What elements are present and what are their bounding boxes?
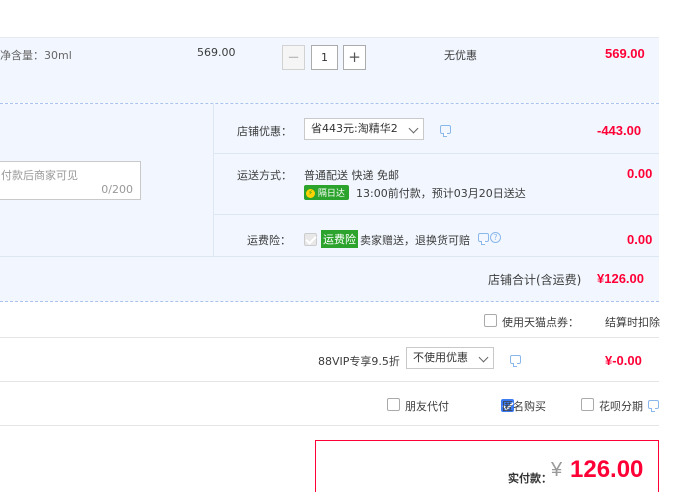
points-note: 结算时扣除 <box>605 316 660 329</box>
item-price: 569.00 <box>197 46 236 59</box>
shop-total-amount: ¥126.00 <box>597 271 644 286</box>
huabei-checkbox[interactable] <box>581 398 594 411</box>
lightning-icon: ⚡ <box>306 189 315 198</box>
divider <box>0 425 659 426</box>
vip-amount: ¥-0.00 <box>605 353 642 368</box>
message-placeholder: 付款后商家可见 <box>1 169 78 182</box>
shop-coupon-amount: -443.00 <box>597 123 642 138</box>
item-spec: 净含量：30ml <box>0 49 72 62</box>
divider <box>0 337 659 338</box>
huabei-label[interactable]: 花呗分期 <box>599 398 643 414</box>
insurance-text: 卖家赠送，退换货可赔 <box>360 234 470 247</box>
payment-label: 实付款： <box>508 472 552 485</box>
chat-icon[interactable] <box>648 400 659 412</box>
shop-coupon-label: 店铺优惠： <box>237 125 292 138</box>
friend-pay-checkbox[interactable] <box>387 398 400 411</box>
vip-select-value: 不使用优惠 <box>413 351 468 364</box>
shop-coupon-select[interactable]: 省443元:淘精华2 <box>304 118 424 140</box>
divider <box>213 214 659 215</box>
insurance-label: 运费险： <box>247 234 291 247</box>
divider <box>0 256 659 257</box>
item-subtotal: 569.00 <box>605 46 645 61</box>
shop-total-label: 店铺合计(含运费) <box>488 273 582 287</box>
quantity-stepper: − 1 + <box>282 45 366 70</box>
insurance-badge: 运费险 <box>321 230 358 248</box>
vip-label: 88VIP专享9.5折 <box>318 355 400 368</box>
shipping-label: 运送方式： <box>237 169 292 182</box>
item-discount: 无优惠 <box>444 49 477 62</box>
divider <box>213 104 214 256</box>
payment-currency: ¥ <box>551 459 563 481</box>
payment-amount: 126.00 <box>570 456 644 483</box>
divider <box>0 301 659 302</box>
shop-coupon-value: 省443元:淘精华2 <box>311 122 398 135</box>
next-day-badge: ⚡ 隔日达 <box>304 185 349 200</box>
points-checkbox[interactable] <box>484 314 497 327</box>
delivery-promise: 13:00前付款，预计03月20日送达 <box>356 187 526 200</box>
anonymous-label[interactable]: 匿名购买 <box>502 398 546 414</box>
divider <box>213 153 659 154</box>
shipping-method: 普通配送 快递 免邮 <box>304 169 399 182</box>
next-day-badge-label: 隔日达 <box>317 189 345 199</box>
divider <box>0 381 659 382</box>
chevron-down-icon <box>478 352 489 363</box>
insurance-checkbox[interactable] <box>304 232 317 246</box>
increase-button[interactable]: + <box>343 45 366 70</box>
quantity-input[interactable]: 1 <box>311 45 338 70</box>
message-textarea[interactable]: 付款后商家可见 0/200 <box>0 161 141 200</box>
decrease-button[interactable]: − <box>282 45 305 70</box>
shipping-amount: 0.00 <box>627 166 653 181</box>
message-count: 0/200 <box>101 183 133 196</box>
payment-box: 实付款： ¥ 126.00 <box>315 440 659 492</box>
points-label: 使用天猫点券： <box>502 316 579 329</box>
help-icon[interactable]: ? <box>490 232 501 243</box>
chat-icon[interactable] <box>478 233 489 245</box>
chat-icon[interactable] <box>510 355 521 367</box>
insurance-amount: 0.00 <box>627 232 653 247</box>
vip-select[interactable]: 不使用优惠 <box>406 347 494 369</box>
chevron-down-icon <box>408 123 419 134</box>
friend-pay-label[interactable]: 朋友代付 <box>405 398 449 414</box>
chat-icon[interactable] <box>440 125 451 137</box>
